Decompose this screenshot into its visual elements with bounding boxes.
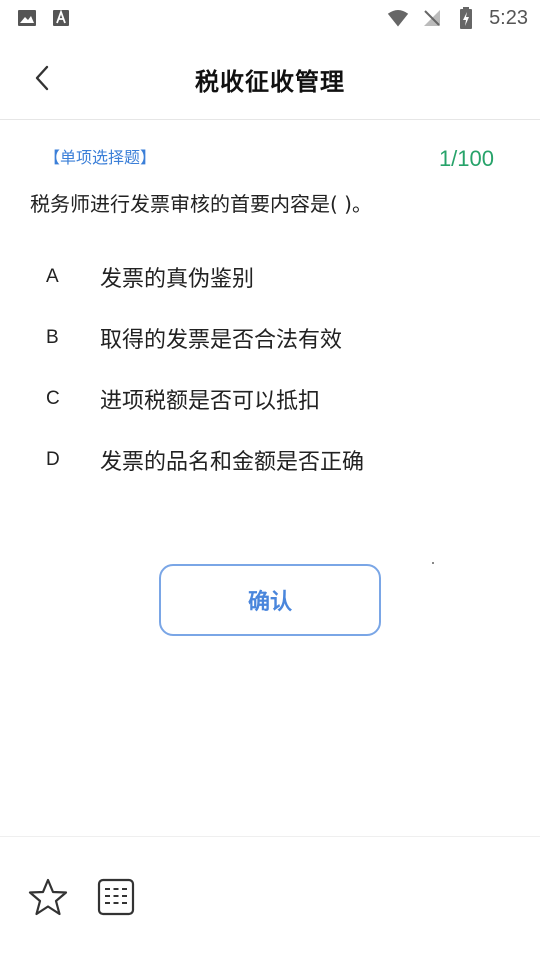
question-text: 税务师进行发票审核的首要内容是( )。 bbox=[30, 192, 372, 216]
back-button[interactable] bbox=[20, 58, 64, 102]
option-letter: B bbox=[46, 326, 59, 348]
question-progress: 1/100 bbox=[438, 146, 494, 171]
confirm-button[interactable]: 确认 bbox=[159, 564, 381, 636]
status-bar-left bbox=[16, 7, 72, 29]
stray-dot bbox=[432, 562, 434, 564]
status-bar-right: 5:23 bbox=[387, 7, 528, 30]
option-text: 发票的真伪鉴别 bbox=[100, 266, 255, 292]
option-b[interactable]: B 取得的发票是否合法有效 bbox=[0, 307, 540, 368]
options-list: A 发票的真伪鉴别 B 取得的发票是否合法有效 C 进项税额是否可以抵扣 D 发… bbox=[0, 246, 540, 490]
answer-sheet-button[interactable] bbox=[96, 878, 136, 920]
status-bar: 5:23 bbox=[0, 0, 540, 36]
wifi-icon bbox=[387, 7, 409, 29]
option-text: 进项税额是否可以抵扣 bbox=[100, 388, 321, 414]
answer-sheet-grid-icon bbox=[97, 878, 135, 920]
option-c[interactable]: C 进项税额是否可以抵扣 bbox=[0, 368, 540, 429]
bottom-toolbar bbox=[0, 837, 540, 960]
option-letter: A bbox=[46, 265, 59, 287]
favorite-button[interactable] bbox=[28, 878, 68, 920]
text-a-icon bbox=[50, 7, 72, 29]
header-divider bbox=[0, 119, 540, 120]
option-letter: D bbox=[46, 448, 60, 470]
option-d[interactable]: D 发票的品名和金额是否正确 bbox=[0, 429, 540, 490]
star-icon bbox=[28, 878, 68, 920]
app-bar: 税收征收管理 bbox=[0, 40, 540, 118]
option-letter: C bbox=[46, 387, 60, 409]
image-icon bbox=[16, 7, 38, 29]
battery-charging-icon bbox=[455, 7, 477, 29]
no-signal-icon bbox=[421, 7, 443, 29]
status-time: 5:23 bbox=[489, 6, 528, 29]
page-title: 税收征收管理 bbox=[195, 67, 345, 96]
chevron-left-icon bbox=[32, 64, 52, 96]
question-type-label: 【单项选择题】 bbox=[44, 148, 157, 167]
option-a[interactable]: A 发票的真伪鉴别 bbox=[0, 246, 540, 307]
option-text: 发票的品名和金额是否正确 bbox=[100, 449, 365, 475]
option-text: 取得的发票是否合法有效 bbox=[100, 327, 343, 353]
